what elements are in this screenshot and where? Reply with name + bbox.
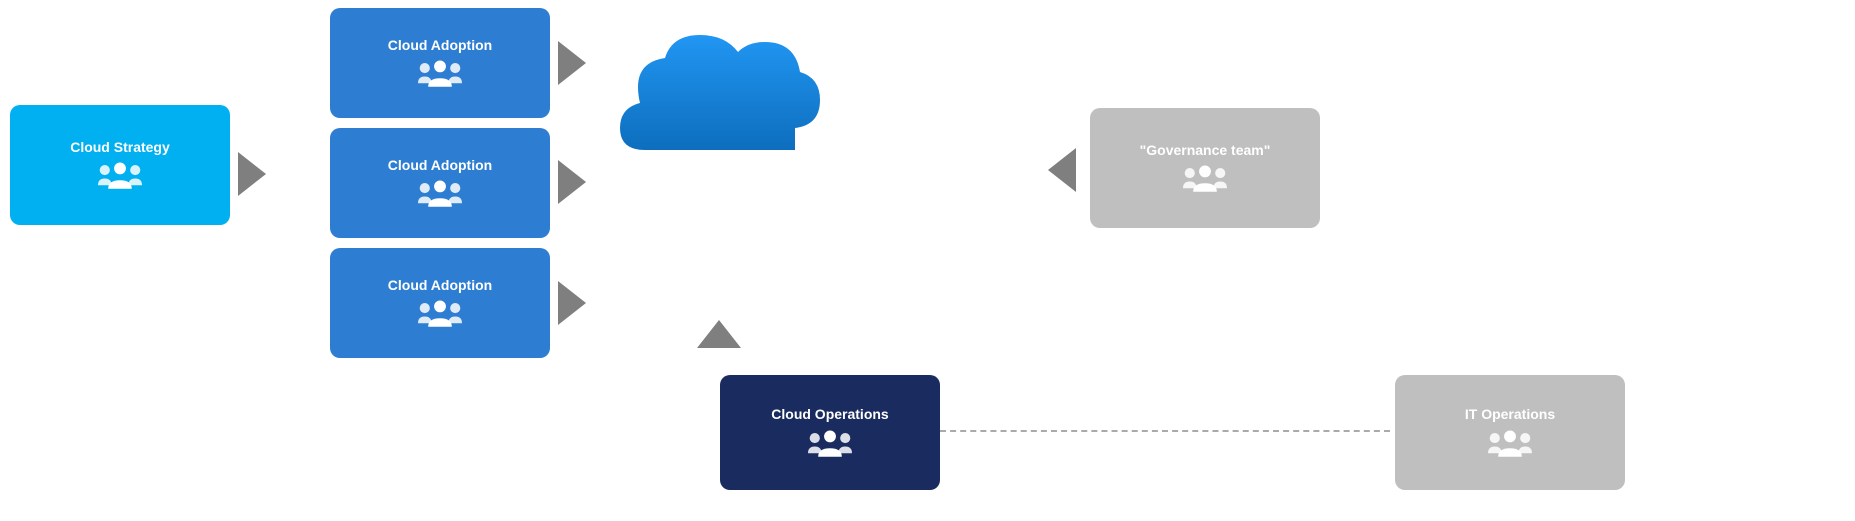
governance-team-icon: [1183, 164, 1227, 194]
cloud-operations-box: Cloud Operations: [720, 375, 940, 490]
cloud-adoption-2-icon: [418, 179, 462, 209]
it-operations-box: IT Operations: [1395, 375, 1625, 490]
cloud-adoption-1-icon: [418, 59, 462, 89]
it-operations-label: IT Operations: [1465, 406, 1555, 423]
governance-team-box: "Governance team": [1090, 108, 1320, 228]
cloud-adoption-1-label: Cloud Adoption: [388, 37, 492, 54]
cloud-strategy-icon: [98, 161, 142, 191]
arrow-strategy-to-adoption: [238, 152, 266, 196]
cloud-adoption-3-icon: [418, 299, 462, 329]
diagram-container: Cloud Strategy Cloud Adoption Cloud Adop…: [0, 0, 1855, 521]
it-operations-icon: [1488, 429, 1532, 459]
cloud-strategy-box: Cloud Strategy: [10, 105, 230, 225]
cloud-adoption-box-2: Cloud Adoption: [330, 128, 550, 238]
cloud-adoption-3-label: Cloud Adoption: [388, 277, 492, 294]
cloud-shape: [610, 20, 830, 185]
cloud-adoption-box-1: Cloud Adoption: [330, 8, 550, 118]
arrow-adoption1-to-cloud: [558, 41, 586, 85]
arrow-operations-to-cloud: [697, 320, 741, 348]
governance-team-label: "Governance team": [1140, 142, 1271, 159]
cloud-adoption-box-3: Cloud Adoption: [330, 248, 550, 358]
cloud-operations-icon: [808, 429, 852, 459]
arrow-adoption2-to-cloud: [558, 160, 586, 204]
cloud-strategy-label: Cloud Strategy: [70, 139, 170, 156]
cloud-operations-label: Cloud Operations: [771, 406, 888, 423]
dashed-line-operations: [940, 430, 1390, 432]
arrow-adoption3-to-cloud: [558, 281, 586, 325]
arrow-governance-to-cloud: [1048, 148, 1076, 192]
cloud-adoption-2-label: Cloud Adoption: [388, 157, 492, 174]
